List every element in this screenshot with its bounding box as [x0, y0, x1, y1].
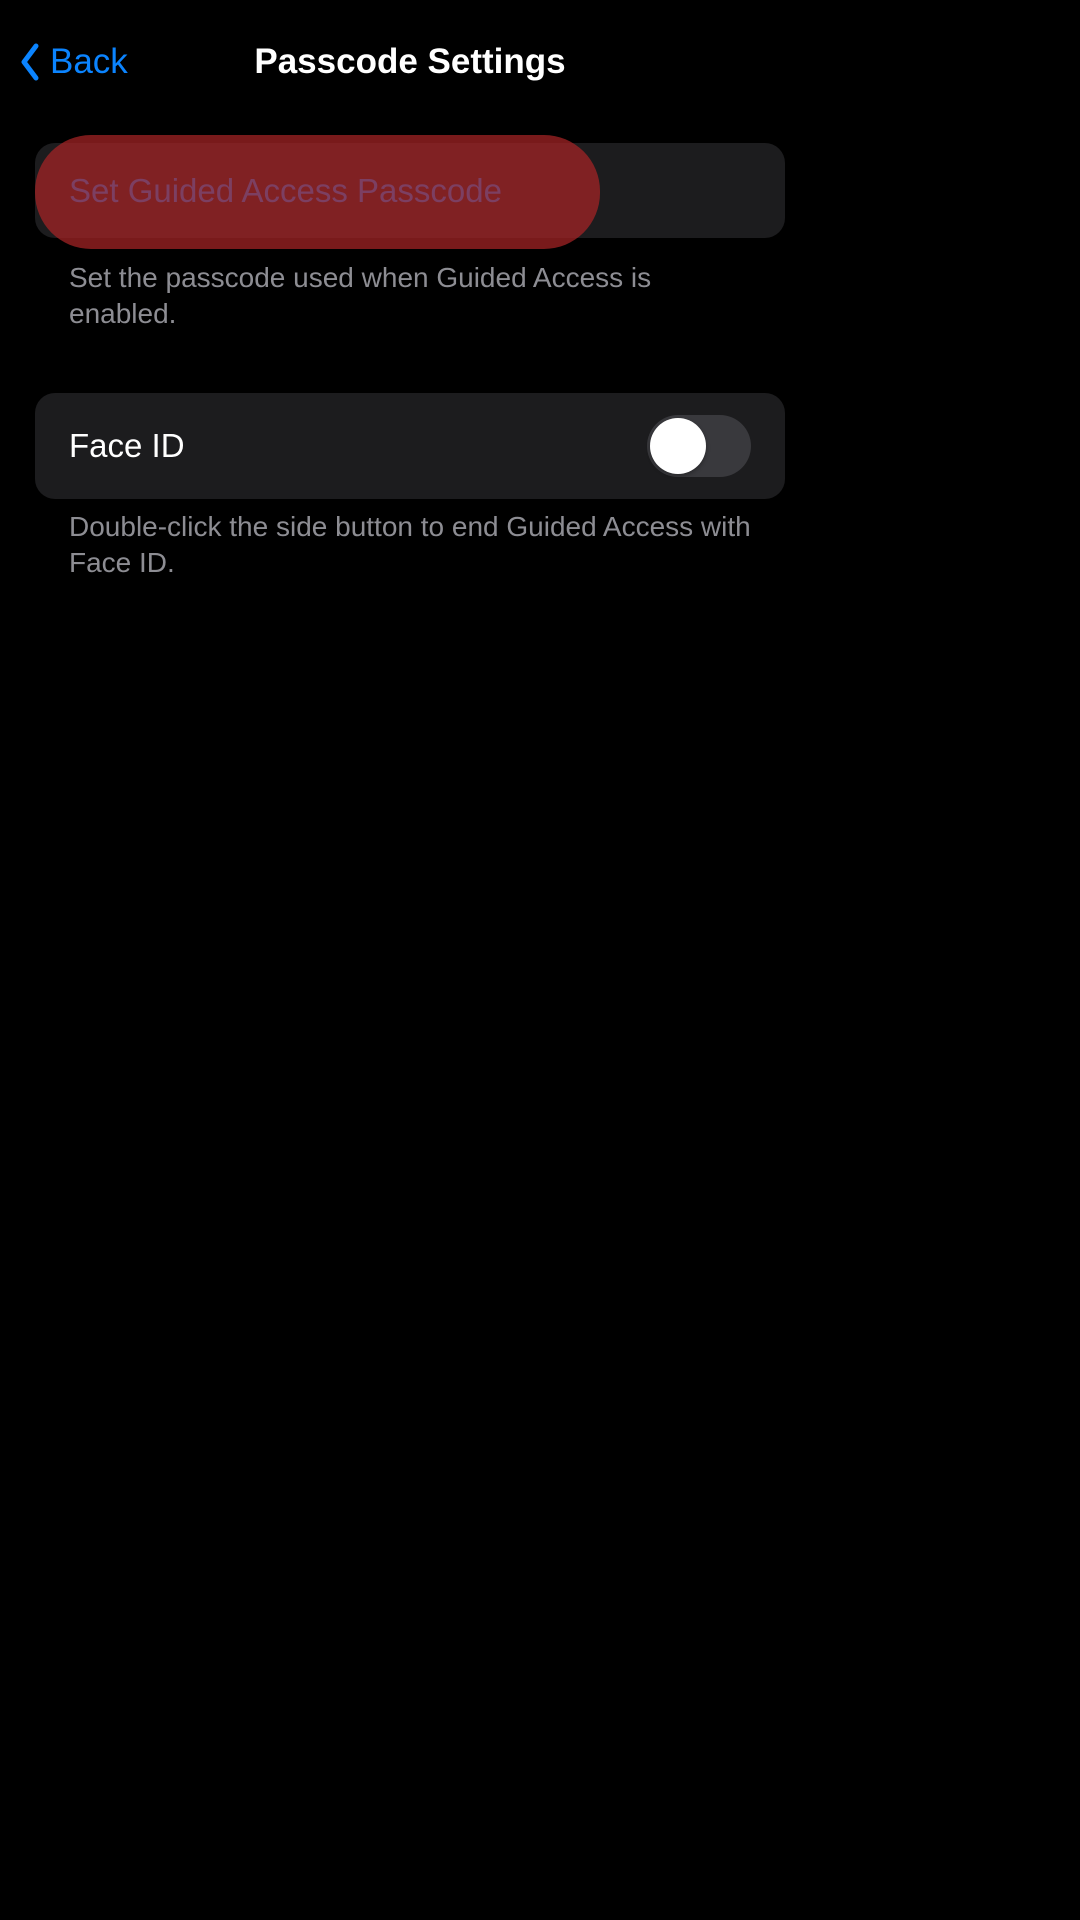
set-guided-access-passcode-button[interactable]: Set Guided Access Passcode: [35, 143, 785, 238]
toggle-knob: [650, 418, 706, 474]
set-passcode-footer: Set the passcode used when Guided Access…: [35, 250, 785, 333]
face-id-label: Face ID: [69, 427, 185, 465]
chevron-left-icon: [18, 42, 42, 82]
face-id-toggle[interactable]: [647, 415, 751, 477]
face-id-group: Face ID Double-click the side button to …: [35, 393, 785, 582]
navigation-bar: Back Passcode Settings: [0, 0, 820, 108]
face-id-row: Face ID: [35, 393, 785, 499]
set-passcode-group: Set Guided Access Passcode Set the passc…: [35, 143, 785, 333]
face-id-footer: Double-click the side button to end Guid…: [35, 499, 785, 582]
content: Set Guided Access Passcode Set the passc…: [0, 108, 820, 582]
back-button[interactable]: Back: [18, 42, 128, 82]
back-label: Back: [50, 42, 128, 82]
set-passcode-label: Set Guided Access Passcode: [69, 172, 502, 210]
